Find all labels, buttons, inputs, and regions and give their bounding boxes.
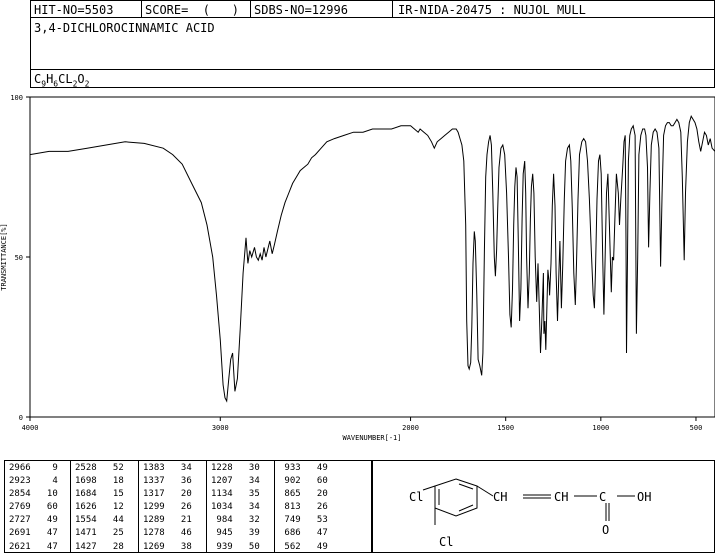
- peak-entry: 2727 49: [9, 515, 58, 526]
- peak-entry: 902 60: [279, 476, 328, 487]
- peak-entry: 1337 36: [143, 476, 192, 487]
- peak-entry: 1207 34: [211, 476, 260, 487]
- peak-entry: 1278 46: [143, 528, 192, 539]
- carbon-label: C: [599, 490, 606, 504]
- ch-label: CH: [554, 490, 568, 504]
- peak-entry: 945 39: [211, 528, 260, 539]
- x-tick-label: 1000: [592, 424, 609, 432]
- bond-line: [476, 485, 494, 497]
- peak-entry: 984 32: [211, 515, 260, 526]
- peak-entry: 1317 20: [143, 489, 192, 500]
- peak-column: 2528 52 1698 18 1684 15 1626 12 1554 44 1471 …: [70, 461, 139, 552]
- peak-entry: 1626 12: [75, 502, 124, 513]
- oxygen-label: O: [602, 523, 609, 537]
- peak-entry: 749 53: [279, 515, 328, 526]
- peak-entry: 939 50: [211, 541, 260, 552]
- peak-column: 2966 9 2923 4 2854 10 2769 60 2727 49 2691 47…: [5, 461, 70, 552]
- peak-entry: 1134 35: [211, 489, 260, 500]
- peak-entry: 2923 4: [9, 476, 58, 487]
- peak-entry: 1289 21: [143, 515, 192, 526]
- peak-entry: 562 49: [279, 541, 328, 552]
- peak-entry: 1698 18: [75, 476, 124, 487]
- ir-spectrum-chart: 4000 3000 2000 1500 1000 500 0 50 100 WAVENUMBER…: [0, 94, 715, 442]
- peak-entry: 1383 34: [143, 463, 192, 473]
- peak-entry: 686 47: [279, 528, 328, 539]
- peak-entry: 2769 60: [9, 502, 58, 513]
- spectrum-line: [29, 114, 715, 403]
- peak-column: 1228 30 1207 34 1134 35 1034 34 984 32 945 …: [206, 461, 275, 552]
- x-axis-label: WAVENUMBER[-1]: [342, 434, 401, 442]
- peak-entry: 1471 25: [75, 528, 124, 539]
- peak-entry: 1299 26: [143, 502, 192, 513]
- y-axis-label: TRANSMITTANCE[%]: [0, 223, 8, 290]
- y-tick-label: 0: [19, 414, 23, 422]
- y-tick-label: 50: [15, 254, 23, 262]
- structure-box: Cl Cl CH CH C OH O: [372, 460, 715, 553]
- ch-label: CH: [493, 490, 507, 504]
- peak-entry: 2528 52: [75, 463, 124, 473]
- x-tick-label: 1500: [497, 424, 514, 432]
- peak-entry: 2854 10: [9, 489, 58, 500]
- peak-table: 2966 9 2923 4 2854 10 2769 60 2727 49 2691 47…: [4, 460, 372, 553]
- x-tick-label: 500: [690, 424, 703, 432]
- peak-column: 933 49 902 60 865 20 813 26 749 53 686 4…: [274, 461, 372, 552]
- peak-entry: 933 49: [279, 463, 328, 473]
- peak-entry: 2691 47: [9, 528, 58, 539]
- x-tick-label: 4000: [22, 424, 39, 432]
- peak-entry: 1684 15: [75, 489, 124, 500]
- y-tick-label: 100: [10, 94, 23, 102]
- peak-entry: 1269 38: [143, 541, 192, 552]
- peak-entry: 1554 44: [75, 515, 124, 526]
- peak-entry: 1034 34: [211, 502, 260, 513]
- peak-entry: 1427 28: [75, 541, 124, 552]
- peak-column: 1383 34 1337 36 1317 20 1299 26 1289 21 1278 …: [138, 461, 207, 552]
- peak-entry: 2966 9: [9, 463, 58, 473]
- x-tick-label: 3000: [212, 424, 229, 432]
- bond-line: [422, 485, 436, 491]
- benzene-ring: [434, 478, 478, 517]
- peak-entry: 2621 47: [9, 541, 58, 552]
- hydroxyl-label: OH: [637, 490, 651, 504]
- molecule-structure: Cl Cl CH CH C OH O: [409, 478, 651, 549]
- peak-entry: 813 26: [279, 502, 328, 513]
- chlorine-top-label: Cl: [409, 490, 423, 504]
- peak-entry: 1228 30: [211, 463, 260, 473]
- chlorine-bottom-label: Cl: [439, 535, 453, 549]
- x-tick-label: 2000: [402, 424, 419, 432]
- peak-entry: 865 20: [279, 489, 328, 500]
